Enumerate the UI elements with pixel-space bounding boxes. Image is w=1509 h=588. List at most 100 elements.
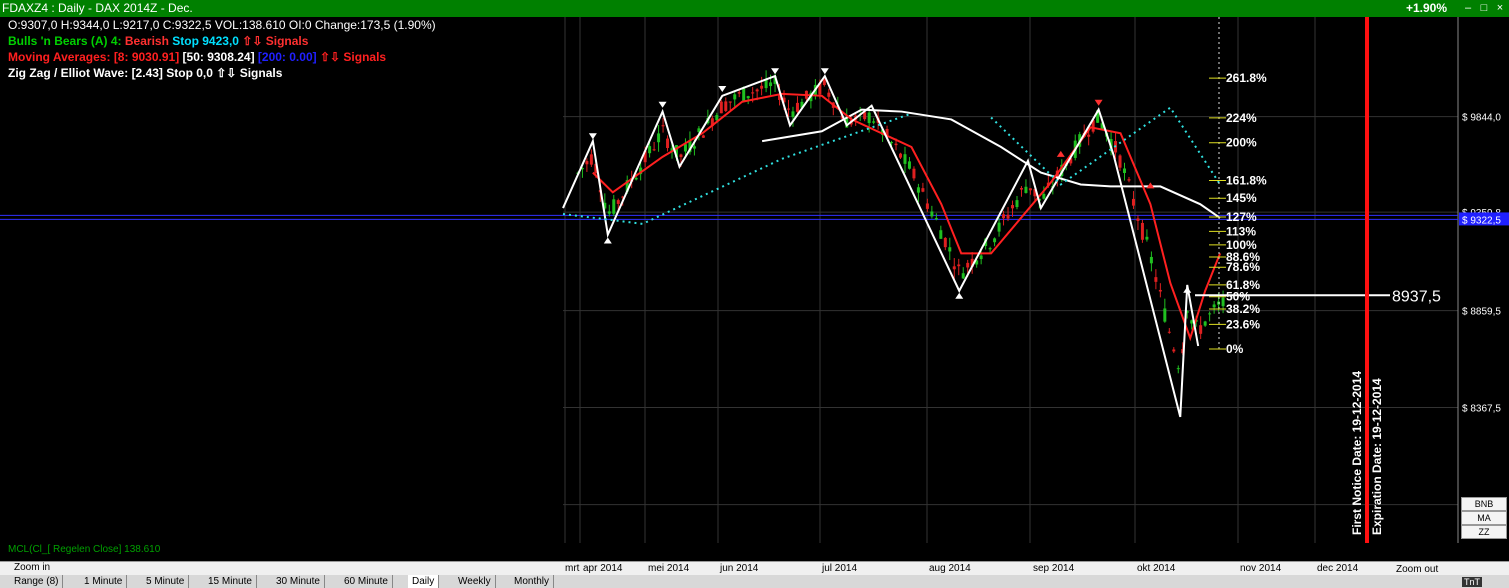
candle-body	[1123, 168, 1127, 173]
candle-body	[1019, 188, 1023, 190]
bnb-legend: Bulls 'n Bears (A) 4: Bearish Stop 9423,…	[8, 33, 436, 49]
tnt-logo: TnT	[1462, 577, 1483, 587]
minimize-icon[interactable]: –	[1462, 2, 1474, 14]
candle-body	[692, 146, 696, 149]
ohlc-readout: O:9307,0 H:9344,0 L:9217,0 C:9322,5 VOL:…	[8, 18, 436, 32]
target-label: 8937,5	[1392, 288, 1441, 305]
ma8-line	[592, 92, 1222, 342]
tab-60-minute[interactable]: 60 Minute	[340, 575, 393, 588]
candle-body	[1131, 198, 1135, 206]
ma200-value: [200: 0.00]	[254, 50, 317, 64]
close-icon[interactable]: ×	[1494, 2, 1506, 14]
tab-daily[interactable]: Daily	[408, 575, 440, 588]
candle-body	[715, 115, 719, 121]
candle-body	[769, 82, 773, 87]
tab-range[interactable]: Range (8)	[10, 575, 64, 588]
candle-body	[1087, 134, 1091, 137]
candle-body	[1176, 368, 1180, 370]
ma50-line	[761, 108, 1221, 219]
candle-body	[724, 101, 728, 111]
candle-body	[585, 161, 589, 165]
candle-body	[1208, 313, 1212, 315]
x-tick-label: mrt	[565, 563, 580, 574]
candle-body	[957, 264, 961, 267]
fib-level-label: 224%	[1226, 111, 1257, 125]
tab-1-minute[interactable]: 1 Minute	[80, 575, 128, 588]
candle-body	[634, 177, 638, 180]
candle-body	[661, 125, 665, 127]
candle-body	[1127, 179, 1131, 181]
candle-body	[1118, 155, 1122, 168]
bnb-toggle-button[interactable]: BNB	[1461, 497, 1507, 511]
tab-15-minute[interactable]: 15 Minute	[204, 575, 257, 588]
candle-body	[930, 211, 934, 217]
candle-body	[943, 237, 947, 248]
ma50-value: [50: 9308.24]	[179, 50, 255, 64]
candle-body	[1028, 188, 1032, 191]
signal-arrow-icon	[771, 68, 780, 75]
tab-5-minute[interactable]: 5 Minute	[142, 575, 190, 588]
candle-body	[899, 153, 903, 158]
candle-body	[755, 89, 759, 92]
signal-arrow-icon	[1094, 99, 1103, 106]
candle-body	[916, 187, 920, 193]
fib-level-label: 145%	[1226, 191, 1257, 205]
fib-level-label: 261.8%	[1226, 71, 1267, 85]
candle-body	[966, 262, 970, 268]
fib-level-label: 200%	[1226, 136, 1257, 150]
candle-body	[952, 266, 956, 270]
zz-toggle-button[interactable]: ZZ	[1461, 525, 1507, 539]
candle-body	[1011, 205, 1015, 209]
maximize-icon[interactable]: □	[1478, 2, 1490, 14]
indicator-legend: O:9307,0 H:9344,0 L:9217,0 C:9322,5 VOL:…	[8, 17, 436, 81]
signal-arrow-icon	[955, 292, 964, 299]
psar-upper	[990, 106, 1221, 186]
bnb-stop: Stop 9423,0	[168, 34, 239, 48]
candle-body	[1203, 321, 1207, 326]
tab-monthly[interactable]: Monthly	[510, 575, 555, 588]
candle-body	[934, 218, 938, 220]
candle-body	[1015, 200, 1019, 208]
signal-arrow-icon	[1056, 150, 1065, 157]
candle-body	[921, 188, 925, 192]
signal-arrow-icon	[1183, 286, 1192, 293]
x-tick-label: apr 2014	[583, 563, 623, 574]
candle-body	[939, 230, 943, 239]
candle-body	[612, 199, 616, 214]
tab-30-minute[interactable]: 30 Minute	[272, 575, 325, 588]
price-chart: $ 9844,0$ 9359,8$ 8859,5$ 8367,5$ 7875,0…	[0, 17, 1509, 543]
last-price-label: $ 9322,5	[1462, 215, 1501, 226]
candle-body	[903, 154, 907, 164]
bnb-state: Bearish	[124, 34, 169, 48]
fib-level-label: 38.2%	[1226, 302, 1260, 316]
candle-body	[701, 135, 705, 138]
candle-body	[657, 133, 661, 143]
candle-body	[988, 248, 992, 250]
vertical-line-label: Expiration Date: 19-12-2014	[1370, 378, 1384, 535]
candle-body	[683, 144, 687, 152]
ma-toggle-button[interactable]: MA	[1461, 511, 1507, 525]
signal-arrow-icon	[658, 101, 667, 108]
candle-body	[791, 111, 795, 118]
signal-arrow-icon	[820, 68, 829, 75]
fib-level-label: 78.6%	[1226, 260, 1260, 274]
candle-body	[1024, 186, 1028, 193]
candle-body	[894, 143, 898, 146]
candle-body	[1002, 214, 1006, 219]
zoom-in-button[interactable]: Zoom in	[14, 562, 50, 573]
change-percent: +1.90%	[1405, 1, 1447, 15]
bnb-label: Bulls 'n Bears (A) 4:	[8, 34, 125, 48]
candle-body	[652, 149, 656, 151]
title-bar	[0, 0, 1509, 17]
zigzag-legend: Zig Zag / Elliot Wave: [2.43] Stop 0,0 ⇧…	[8, 66, 283, 80]
x-tick-label: sep 2014	[1033, 563, 1075, 574]
ma-legend: Moving Averages: [8: 9030.91] [50: 9308.…	[8, 49, 436, 65]
window-title: FDAXZ4 : Daily - DAX 2014Z - Dec.	[2, 1, 193, 15]
candle-body	[589, 154, 593, 165]
tab-weekly[interactable]: Weekly	[454, 575, 496, 588]
candle-body	[867, 112, 871, 124]
fib-level-label: 0%	[1226, 342, 1244, 356]
zoom-out-button[interactable]: Zoom out	[1396, 564, 1438, 575]
x-tick-label: okt 2014	[1137, 563, 1176, 574]
candle-body	[912, 168, 916, 179]
